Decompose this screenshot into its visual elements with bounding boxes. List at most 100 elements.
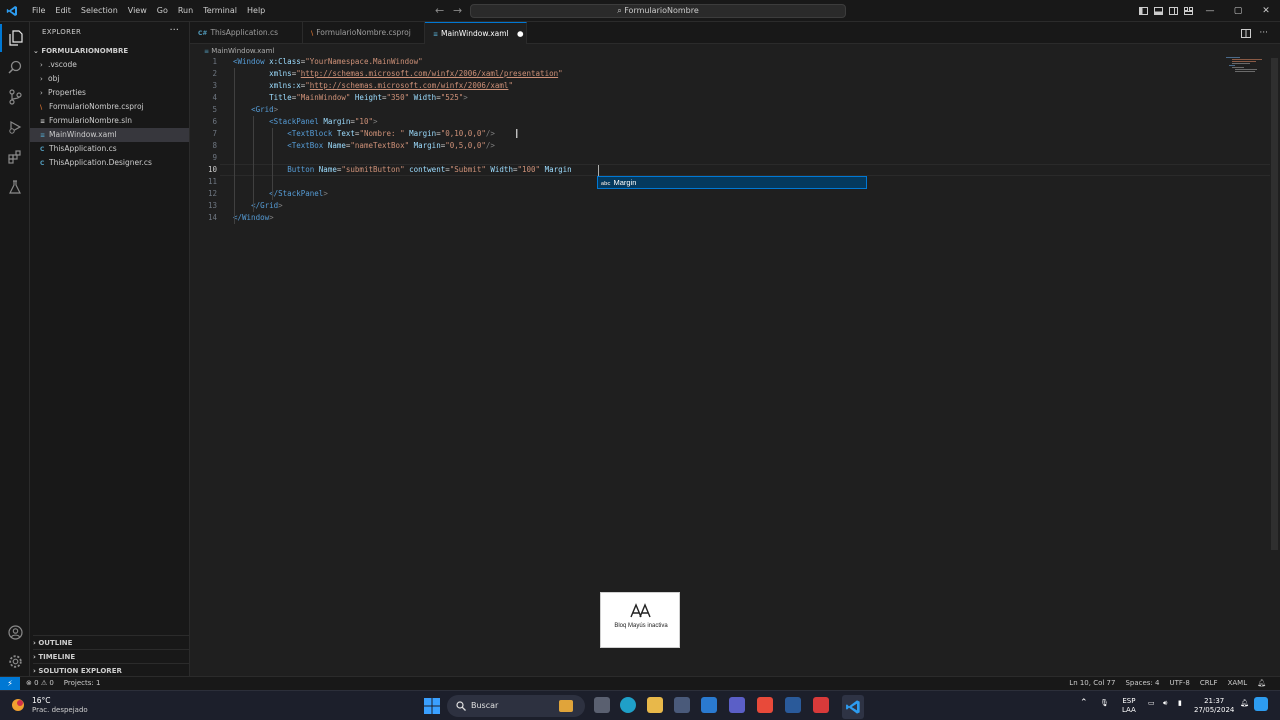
suggestion-label: Margin [613, 178, 637, 187]
toggle-secondary-sidebar-icon[interactable] [1166, 0, 1181, 22]
battery-icon[interactable]: ▮ [1178, 699, 1182, 708]
windows-taskbar: 16°C Prac. despejado Buscar ⌃ 🎙︎ ESP LAA… [0, 690, 1280, 720]
code-token: <StackPanel [269, 117, 319, 126]
account-icon[interactable] [0, 618, 30, 646]
section-timeline[interactable]: › TIMELINE [33, 649, 189, 663]
tree-file-csproj[interactable]: \ FormularioNombre.csproj [30, 100, 189, 114]
vscode-taskbar-active[interactable] [842, 695, 864, 719]
customize-layout-icon[interactable] [1181, 0, 1196, 22]
mail-icon[interactable] [701, 697, 717, 713]
menu-help[interactable]: Help [242, 0, 270, 22]
breadcrumb[interactable]: ≡ MainWindow.xaml [204, 46, 274, 56]
menu-edit[interactable]: Edit [50, 0, 76, 22]
explorer-icon[interactable] [0, 24, 30, 52]
tree-folder-vscode[interactable]: › .vscode [30, 58, 189, 72]
rstudio-icon[interactable] [785, 697, 801, 713]
toggle-sidebar-icon[interactable] [1136, 0, 1151, 22]
tree-file-mainwindow-xaml[interactable]: ≡ MainWindow.xaml [30, 128, 189, 142]
volume-icon[interactable]: 🔊︎ [1163, 699, 1167, 708]
section-solution-explorer[interactable]: › SOLUTION EXPLORER [33, 663, 189, 677]
menu-selection[interactable]: Selection [76, 0, 123, 22]
encoding[interactable]: UTF-8 [1169, 677, 1189, 690]
menu-terminal[interactable]: Terminal [198, 0, 242, 22]
tree-file-sln[interactable]: ≡ FormularioNombre.sln [30, 114, 189, 128]
code-token: > [269, 213, 274, 222]
tree-folder-obj[interactable]: › obj [30, 72, 189, 86]
text-cursor [598, 165, 599, 176]
menu-run[interactable]: Run [173, 0, 198, 22]
network-icon[interactable]: ▭ [1148, 699, 1155, 708]
microphone-icon[interactable]: 🎙︎ [1100, 699, 1109, 708]
more-actions-icon[interactable]: ··· [1259, 28, 1268, 38]
tray-chevron-up-icon[interactable]: ⌃ [1080, 699, 1088, 708]
maximize-icon[interactable]: ▢ [1224, 0, 1252, 22]
brave-browser-icon[interactable] [757, 697, 773, 713]
taskbar-search[interactable]: Buscar [447, 695, 585, 717]
extensions-icon[interactable] [0, 143, 30, 171]
tab-thisapplication-cs[interactable]: C# ThisApplication.cs [190, 22, 303, 44]
testing-flask-icon[interactable] [0, 173, 30, 201]
tree-file-designer-cs[interactable]: C ThisApplication.Designer.cs [30, 156, 189, 170]
settings-gear-icon[interactable] [0, 647, 30, 675]
code-token: "525" [440, 93, 464, 102]
workspace-root[interactable]: ⌄ FORMULARIONOMBRE [33, 45, 189, 57]
run-debug-icon[interactable] [0, 113, 30, 141]
split-editor-icon[interactable] [1241, 28, 1252, 38]
projects-status[interactable]: Projects: 1 [64, 677, 101, 690]
code-token: "MainWindow" [296, 93, 351, 102]
indentation[interactable]: Spaces: 4 [1125, 677, 1159, 690]
command-center[interactable]: ⌕ FormularioNombre [470, 4, 846, 18]
code-token: Name [327, 141, 346, 150]
tab-formularionombre-csproj[interactable]: \ FormularioNombre.csproj [303, 22, 425, 44]
code-token: </Grid [251, 201, 279, 210]
toggle-panel-icon[interactable] [1151, 0, 1166, 22]
activity-bar [0, 22, 30, 676]
minimize-icon[interactable]: — [1196, 0, 1224, 22]
language-mode[interactable]: XAML [1228, 677, 1248, 690]
end-of-line[interactable]: CRLF [1200, 677, 1218, 690]
menu-view[interactable]: View [123, 0, 152, 22]
vertical-scrollbar[interactable] [1271, 58, 1278, 550]
code-line: <Window x:Class="YourNamespace.MainWindo… [233, 56, 423, 68]
section-outline[interactable]: › OUTLINE [33, 635, 189, 649]
windows-start-icon[interactable] [424, 698, 440, 714]
notifications-bell-icon[interactable]: 🔔︎ [1257, 677, 1266, 690]
file-explorer-icon[interactable] [647, 697, 663, 713]
back-arrow-icon[interactable]: ← [435, 4, 444, 18]
code-token: Title [269, 93, 292, 102]
red-app-icon[interactable] [813, 697, 829, 713]
error-icon: ⊗ [26, 679, 32, 687]
tree-file-thisapplication-cs[interactable]: C ThisApplication.cs [30, 142, 189, 156]
search-icon[interactable] [0, 53, 30, 81]
microsoft-store-icon[interactable] [674, 697, 690, 713]
line-number: 13 [207, 201, 217, 210]
minimap[interactable] [1226, 56, 1266, 76]
copilot-icon[interactable] [1254, 697, 1268, 711]
task-view-icon[interactable] [594, 697, 610, 713]
more-actions-icon[interactable]: ··· [169, 25, 179, 36]
tree-folder-properties[interactable]: › Properties [30, 86, 189, 100]
notification-center-icon[interactable]: 🔔︎ [1240, 699, 1249, 708]
code-editor[interactable]: 1 2 3 4 5 6 7 8 9 10 11 12 13 14 <Window x:Class="You… [190, 56, 1280, 676]
remote-indicator-icon[interactable]: ⚡ [0, 677, 20, 690]
forward-arrow-icon[interactable]: → [453, 4, 462, 18]
menu-file[interactable]: File [27, 0, 50, 22]
section-label: TIMELINE [38, 653, 76, 661]
menu-go[interactable]: Go [152, 0, 173, 22]
source-control-icon[interactable] [0, 83, 30, 111]
suggest-widget-item[interactable]: abc Margin [597, 176, 867, 189]
unsaved-dot-icon[interactable]: ● [517, 29, 524, 38]
clock[interactable]: 21:37 27/05/2024 [1194, 697, 1234, 715]
line-number: 3 [212, 81, 217, 90]
problems-status[interactable]: ⊗ 0 ⚠ 0 [26, 677, 54, 690]
code-line: xmlns:x="http://schemas.microsoft.com/wi… [233, 80, 513, 92]
close-icon[interactable]: ✕ [1252, 0, 1280, 22]
tab-mainwindow-xaml[interactable]: ≡ MainWindow.xaml ● [425, 22, 527, 44]
cursor-position[interactable]: Ln 10, Col 77 [1069, 677, 1115, 690]
teams-icon[interactable] [729, 697, 745, 713]
weather-condition: Prac. despejado [32, 706, 88, 714]
edge-browser-icon[interactable] [620, 697, 636, 713]
code-token: xmlns [269, 69, 292, 78]
language-indicator[interactable]: ESP LAA [1122, 697, 1136, 715]
